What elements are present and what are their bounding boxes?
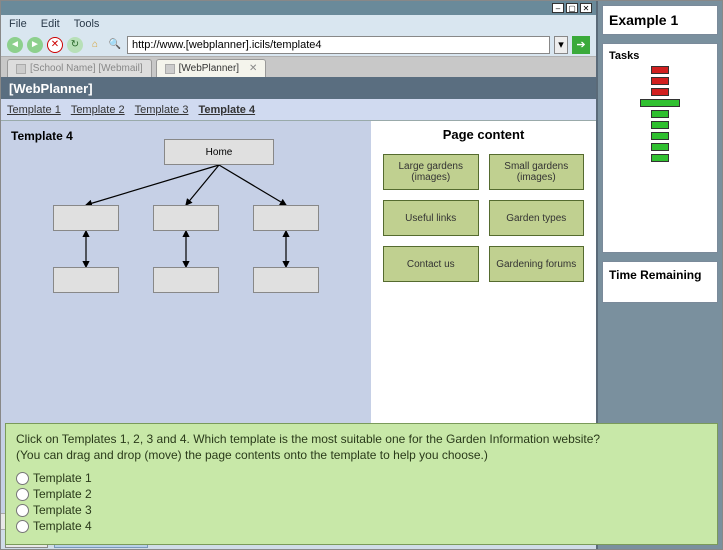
option-template-4[interactable]: Template 4 [16, 519, 707, 533]
task-progress-bar [651, 66, 669, 74]
tab-close-icon[interactable]: ✕ [249, 63, 257, 74]
content-item-large-gardens[interactable]: Large gardens (images) [383, 154, 479, 190]
tabbar: [School Name] [Webmail] [WebPlanner]✕ [1, 57, 596, 77]
task-progress-bar [651, 154, 669, 162]
tree-node-home[interactable]: Home [164, 139, 274, 165]
home-icon[interactable]: ⌂ [87, 37, 103, 53]
option-template-2[interactable]: Template 2 [16, 487, 707, 501]
stop-icon[interactable]: ✕ [47, 37, 63, 53]
task-progress-bar [651, 143, 669, 151]
dropdown-icon[interactable]: ▾ [554, 36, 568, 54]
menu-file[interactable]: File [9, 18, 27, 30]
task-progress-bar [651, 88, 669, 96]
tasks-label: Tasks [609, 50, 711, 62]
search-icon[interactable]: 🔍 [107, 37, 123, 53]
task-progress-bar [651, 132, 669, 140]
window-titlebar: – ▢ ✕ [1, 1, 596, 15]
tree-node[interactable] [53, 205, 119, 231]
tree-node[interactable] [153, 267, 219, 293]
task-progress-bar [651, 77, 669, 85]
address-bar[interactable] [127, 36, 550, 54]
content-item-garden-types[interactable]: Garden types [489, 200, 585, 236]
maximize-button[interactable]: ▢ [566, 3, 578, 13]
tab-active[interactable]: [WebPlanner]✕ [156, 59, 267, 77]
forward-icon[interactable]: ► [27, 37, 43, 53]
tasks-panel: Tasks [602, 43, 718, 253]
example-title: Example 1 [602, 5, 718, 35]
content-item-contact-us[interactable]: Contact us [383, 246, 479, 282]
nav-template-2[interactable]: Template 2 [71, 104, 125, 116]
page-title: [WebPlanner] [1, 77, 596, 99]
reload-icon[interactable]: ↻ [67, 37, 83, 53]
tree-node[interactable] [53, 267, 119, 293]
question-line-2: (You can drag and drop (move) the page c… [16, 448, 707, 464]
minimize-button[interactable]: – [552, 3, 564, 13]
back-icon[interactable]: ◄ [7, 37, 23, 53]
template-nav: Template 1 Template 2 Template 3 Templat… [1, 99, 596, 121]
menubar: File Edit Tools [1, 15, 596, 33]
nav-template-3[interactable]: Template 3 [135, 104, 189, 116]
task-progress-bar [640, 99, 680, 107]
tree-node[interactable] [253, 267, 319, 293]
menu-tools[interactable]: Tools [74, 18, 100, 30]
option-template-3[interactable]: Template 3 [16, 503, 707, 517]
nav-template-1[interactable]: Template 1 [7, 104, 61, 116]
question-panel: Click on Templates 1, 2, 3 and 4. Which … [5, 423, 718, 545]
option-template-1[interactable]: Template 1 [16, 471, 707, 485]
task-progress-bar [651, 110, 669, 118]
nav-template-4[interactable]: Template 4 [198, 104, 255, 116]
toolbar: ◄ ► ✕ ↻ ⌂ 🔍 ▾ ➔ [1, 33, 596, 57]
content-item-small-gardens[interactable]: Small gardens (images) [489, 154, 585, 190]
tree-node[interactable] [153, 205, 219, 231]
time-remaining-panel: Time Remaining [602, 261, 718, 303]
content-item-gardening-forums[interactable]: Gardening forums [489, 246, 585, 282]
task-progress-bar [651, 121, 669, 129]
go-button[interactable]: ➔ [572, 36, 590, 54]
tree-node[interactable] [253, 205, 319, 231]
question-line-1: Click on Templates 1, 2, 3 and 4. Which … [16, 432, 707, 448]
content-title: Page content [377, 127, 590, 142]
menu-edit[interactable]: Edit [41, 18, 60, 30]
content-item-useful-links[interactable]: Useful links [383, 200, 479, 236]
close-button[interactable]: ✕ [580, 3, 592, 13]
tab-inactive[interactable]: [School Name] [Webmail] [7, 59, 152, 77]
